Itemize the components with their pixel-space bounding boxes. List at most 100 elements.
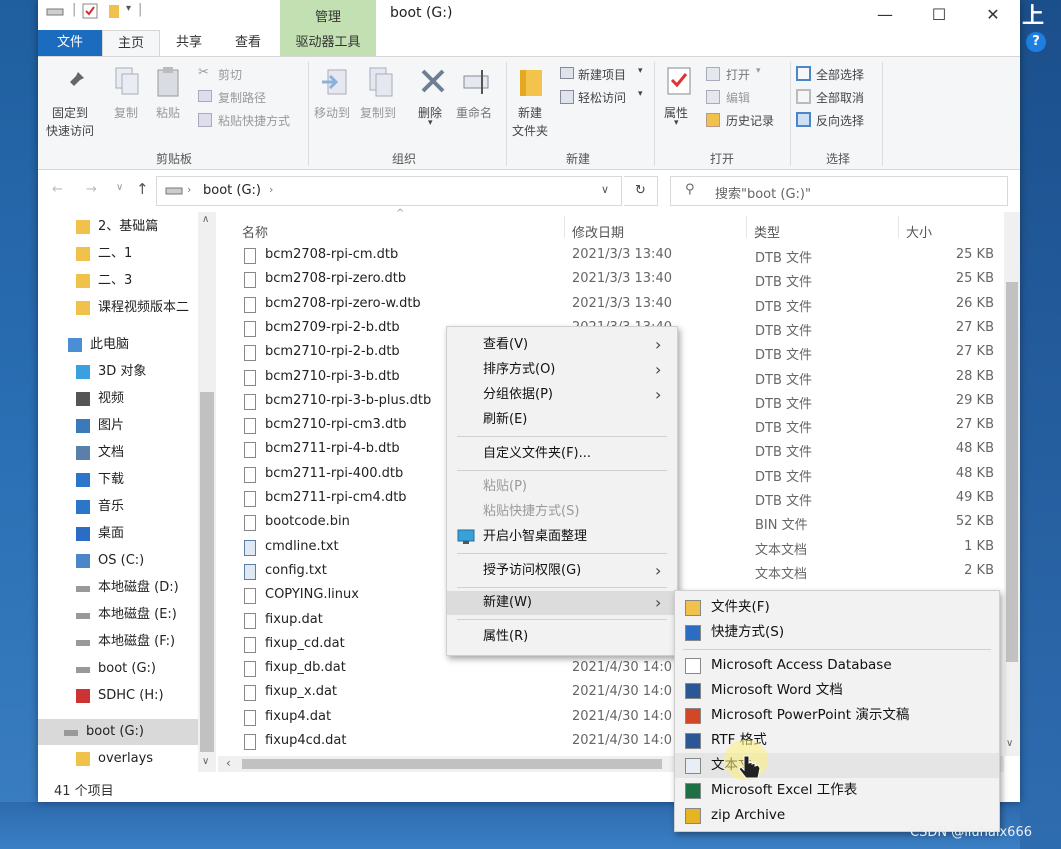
submenu-item-folder[interactable]: 文件夹(F): [675, 595, 999, 620]
new-folder-qa-icon[interactable]: [108, 3, 122, 23]
sidebar-item-OS-(C:)[interactable]: OS (C:): [38, 548, 198, 574]
recent-dropdown-icon[interactable]: ∨: [116, 182, 123, 193]
maximize-button[interactable]: ☐: [916, 2, 962, 28]
breadcrumb-boot[interactable]: boot (G:): [203, 183, 261, 198]
column-date[interactable]: 修改日期: [572, 222, 624, 241]
h-scroll-thumb[interactable]: [242, 759, 662, 769]
submenu-item-excel[interactable]: Microsoft Excel 工作表: [675, 778, 999, 803]
sidebar-item-本地磁盘-(D:)[interactable]: 本地磁盘 (D:): [38, 575, 198, 601]
copy-path-button[interactable]: 复制路径: [196, 87, 306, 107]
open-button[interactable]: 打开 ▾: [706, 64, 786, 84]
submenu-item-powerpoint[interactable]: Microsoft PowerPoint 演示文稿: [675, 703, 999, 728]
delete-button[interactable]: 删除 ▾: [412, 64, 452, 134]
sidebar-item-文档[interactable]: 文档: [38, 440, 198, 466]
delete-dropdown-icon[interactable]: ▾: [428, 118, 433, 128]
sidebar-item-音乐[interactable]: 音乐: [38, 494, 198, 520]
scroll-down-icon[interactable]: ∨: [1006, 738, 1013, 749]
tab-drive-tools[interactable]: 驱动器工具: [280, 30, 376, 56]
copy-to-button[interactable]: 复制到: [358, 64, 404, 134]
address-dropdown-icon[interactable]: ∨: [601, 183, 609, 196]
menu-item-paste[interactable]: 粘贴(P): [447, 475, 677, 499]
sidebar-item-课程视频版本二[interactable]: 课程视频版本二: [38, 295, 198, 321]
rename-button[interactable]: 重命名: [452, 64, 502, 134]
column-size[interactable]: 大小: [906, 222, 932, 241]
scroll-down-icon[interactable]: ∨: [202, 756, 209, 767]
minimize-button[interactable]: —: [862, 2, 908, 28]
properties-qa-icon[interactable]: [82, 3, 98, 23]
paste-shortcut-button[interactable]: 粘贴快捷方式: [196, 110, 316, 130]
close-button[interactable]: ✕: [970, 2, 1016, 28]
tab-home[interactable]: 主页: [102, 30, 160, 56]
menu-item-sort[interactable]: 排序方式(O) ›: [447, 358, 677, 382]
menu-item-grant-access[interactable]: 授予访问权限(G) ›: [447, 559, 677, 583]
pin-quick-access-button[interactable]: 固定到 快速访问: [46, 64, 104, 142]
file-scroll-thumb[interactable]: [1006, 282, 1018, 662]
tab-share[interactable]: 共享: [166, 30, 212, 56]
scroll-left-icon[interactable]: ‹: [226, 756, 231, 770]
tab-view[interactable]: 查看: [224, 30, 272, 56]
submenu-item-rtf[interactable]: RTF 格式: [675, 728, 999, 753]
scroll-up-icon[interactable]: ∧: [202, 214, 209, 225]
column-type[interactable]: 类型: [754, 222, 780, 241]
sidebar-item-图片[interactable]: 图片: [38, 413, 198, 439]
sidebar-item-本地磁盘-(F:)[interactable]: 本地磁盘 (F:): [38, 629, 198, 655]
back-arrow-icon[interactable]: ←: [52, 182, 63, 197]
copy-button[interactable]: 复制: [108, 64, 146, 134]
menu-item-group-by[interactable]: 分组依据(P) ›: [447, 383, 677, 407]
up-arrow-icon[interactable]: ↑: [136, 180, 149, 198]
sidebar-item-此电脑[interactable]: 此电脑: [38, 332, 198, 358]
nav-scroll-thumb[interactable]: [200, 392, 214, 752]
paste-button[interactable]: 粘贴: [150, 64, 188, 134]
menu-separator: [457, 587, 667, 588]
breadcrumb-chevron-icon[interactable]: ›: [187, 183, 191, 196]
search-input[interactable]: ⚲ 搜索"boot (G:)": [670, 176, 1008, 206]
history-button[interactable]: 历史记录: [706, 110, 796, 130]
breadcrumb-chevron-icon[interactable]: ›: [269, 183, 273, 196]
edit-button[interactable]: 编辑: [706, 87, 786, 107]
menu-item-desktop-organizer[interactable]: 开启小智桌面整理: [447, 525, 677, 549]
nav-scrollbar[interactable]: ∧ ∨: [198, 212, 216, 772]
sidebar-item-视频[interactable]: 视频: [38, 386, 198, 412]
column-name[interactable]: 名称: [242, 222, 268, 241]
sidebar-item-boot-(G:)[interactable]: boot (G:): [38, 719, 198, 745]
properties-dropdown-icon[interactable]: ▾: [674, 118, 679, 128]
menu-item-properties[interactable]: 属性(R): [447, 625, 677, 649]
sidebar-item-boot-(G:)[interactable]: boot (G:): [38, 656, 198, 682]
tab-file[interactable]: 文件: [38, 30, 102, 56]
menu-item-refresh[interactable]: 刷新(E): [447, 408, 677, 432]
refresh-button[interactable]: ↻: [624, 176, 658, 206]
new-folder-button[interactable]: 新建 文件夹: [510, 64, 556, 142]
forward-arrow-icon[interactable]: →: [86, 182, 97, 197]
select-none-button[interactable]: 全部取消: [796, 87, 886, 107]
submenu-item-shortcut[interactable]: 快捷方式(S): [675, 620, 999, 645]
cut-button[interactable]: ✂ 剪切: [196, 64, 296, 84]
file-list-scrollbar[interactable]: ∨: [1004, 212, 1020, 756]
sidebar-item-SDHC-(H:)[interactable]: SDHC (H:): [38, 683, 198, 709]
menu-item-paste-shortcut[interactable]: 粘贴快捷方式(S): [447, 500, 677, 524]
properties-button[interactable]: 属性 ▾: [658, 64, 700, 134]
table-row[interactable]: bcm2708-rpi-cm.dtb 2021/3/3 13:40 DTB 文件 25…: [218, 244, 1004, 268]
invert-selection-button[interactable]: 反向选择: [796, 110, 886, 130]
submenu-item-word[interactable]: Microsoft Word 文档: [675, 678, 999, 703]
sidebar-item-下载[interactable]: 下载: [38, 467, 198, 493]
select-all-button[interactable]: 全部选择: [796, 64, 886, 84]
easy-access-button[interactable]: 轻松访问 ▾: [560, 87, 650, 107]
help-icon[interactable]: ?: [1026, 32, 1046, 52]
table-row[interactable]: bcm2708-rpi-zero-w.dtb 2021/3/3 13:40 DTB …: [218, 293, 1004, 317]
new-item-button[interactable]: 新建项目 ▾: [560, 64, 650, 84]
submenu-item-blank[interactable]: Microsoft Access Database: [675, 653, 999, 678]
menu-item-view[interactable]: 查看(V) ›: [447, 333, 677, 357]
move-to-button[interactable]: 移动到: [312, 64, 358, 134]
sidebar-item-overlays[interactable]: overlays: [38, 746, 198, 772]
table-row[interactable]: bcm2708-rpi-zero.dtb 2021/3/3 13:40 DTB 文件…: [218, 268, 1004, 292]
sidebar-item-2、基础篇[interactable]: 2、基础篇: [38, 214, 198, 240]
qa-dropdown-icon[interactable]: ▾: [126, 3, 131, 14]
sidebar-item-3D-对象[interactable]: 3D 对象: [38, 359, 198, 385]
sidebar-item-二、3[interactable]: 二、3: [38, 268, 198, 294]
sidebar-item-本地磁盘-(E:)[interactable]: 本地磁盘 (E:): [38, 602, 198, 628]
sidebar-item-桌面[interactable]: 桌面: [38, 521, 198, 547]
sidebar-item-二、1[interactable]: 二、1: [38, 241, 198, 267]
address-bar[interactable]: › boot (G:) › ∨: [156, 176, 622, 206]
menu-item-new[interactable]: 新建(W) ›: [447, 591, 677, 615]
menu-item-customize[interactable]: 自定义文件夹(F)...: [447, 442, 677, 466]
